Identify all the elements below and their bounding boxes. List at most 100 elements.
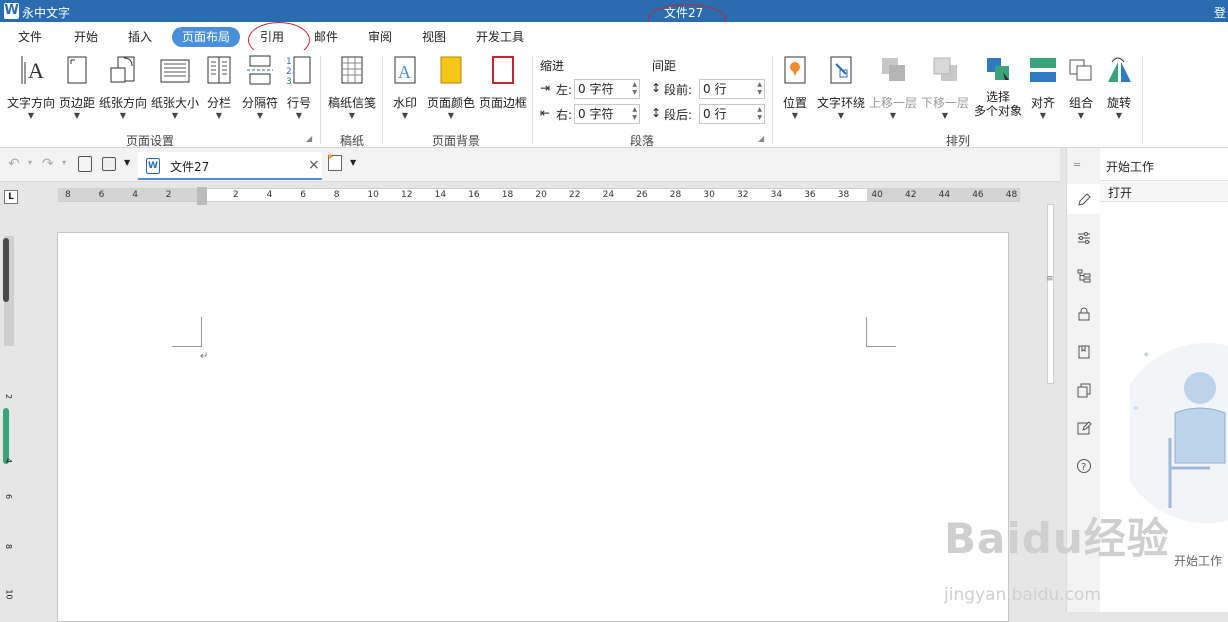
vertical-ruler[interactable]: 2 4 6 8 10 <box>0 236 18 612</box>
lock-icon[interactable] <box>1076 306 1092 322</box>
bring-forward-button[interactable]: 上移一层 ▼ <box>868 54 918 121</box>
orientation-button[interactable]: 纸张方向 ▼ <box>98 54 148 121</box>
group-separator <box>532 56 533 144</box>
line-numbers-button[interactable]: 123 行号 ▼ <box>284 54 314 121</box>
select-objects-button[interactable]: 选择 多个对象 <box>972 54 1024 118</box>
print-preview-icon[interactable] <box>78 156 92 172</box>
indent-left-input[interactable]: 0 字符 ▲ ▼ <box>574 79 640 99</box>
close-tab-icon[interactable]: × <box>308 157 320 173</box>
group-button[interactable]: 组合 ▼ <box>1066 54 1096 121</box>
group-separator <box>320 56 321 144</box>
tab-developer[interactable]: 开发工具 <box>466 27 534 47</box>
align-button[interactable]: 对齐 ▼ <box>1028 54 1058 121</box>
ruler-number: 32 <box>737 190 749 200</box>
spinner-arrows-icon[interactable]: ▲ ▼ <box>632 106 637 122</box>
svg-text:3: 3 <box>286 77 292 86</box>
manuscript-grid-icon <box>341 56 363 84</box>
vertical-ruler-handle[interactable] <box>3 408 9 464</box>
undo-icon[interactable]: ↶ <box>8 156 20 172</box>
ruler-number: 36 <box>804 190 816 200</box>
group-label-page-background: 页面背景 <box>432 134 481 148</box>
vertical-ruler-handle[interactable] <box>3 238 9 302</box>
margin-mark-top-left <box>172 317 202 347</box>
copy-icon[interactable] <box>1076 382 1092 398</box>
login-button[interactable]: 登 <box>1214 4 1226 21</box>
margins-button[interactable]: 页边距 ▼ <box>58 54 96 121</box>
text-wrap-button[interactable]: 文字环绕 ▼ <box>816 54 866 121</box>
text-direction-icon: A <box>21 56 44 84</box>
chevron-down-icon: ▼ <box>1039 111 1047 120</box>
tab-page-layout[interactable]: 页面布局 <box>172 27 241 47</box>
group-separator <box>1142 56 1143 144</box>
pencil-icon[interactable] <box>1076 192 1092 208</box>
manuscript-button[interactable]: 稿纸信笺 ▼ <box>326 54 378 121</box>
scrollbar-thumb[interactable] <box>1047 204 1054 384</box>
chevron-down-icon: ▼ <box>1077 111 1085 120</box>
spacing-before-input[interactable]: 0 行 ▲ ▼ <box>699 79 765 99</box>
breaks-button[interactable]: 分隔符 ▼ <box>240 54 280 121</box>
chevron-down-icon: ▼ <box>791 111 799 120</box>
document-file-icon: W <box>146 158 160 174</box>
tab-mailings[interactable]: 邮件 <box>304 27 348 47</box>
columns-button[interactable]: 分栏 ▼ <box>204 54 234 121</box>
redo-icon[interactable]: ↷ <box>42 156 54 172</box>
tab-file[interactable]: 文件 <box>8 27 52 47</box>
ruler-number: 46 <box>972 190 984 200</box>
ruler-number: 48 <box>1005 190 1018 200</box>
indent-right-input[interactable]: 0 字符 ▲ ▼ <box>574 104 640 124</box>
send-backward-button[interactable]: 下移一层 ▼ <box>920 54 970 121</box>
indent-marker-icon[interactable] <box>197 187 207 205</box>
chevron-down-icon[interactable]: ▼ <box>350 158 356 167</box>
spacing-before-label: 段前: <box>664 83 693 97</box>
svg-text:?: ? <box>1081 462 1086 473</box>
chevron-down-icon[interactable]: ▾ <box>28 158 32 167</box>
edit-note-icon[interactable] <box>1076 420 1092 436</box>
watermark-button[interactable]: A 水印 ▼ <box>388 54 422 121</box>
chevron-down-icon[interactable]: ▾ <box>62 158 66 167</box>
chevron-down-icon: ▼ <box>256 111 264 120</box>
sliders-icon[interactable] <box>1076 230 1092 246</box>
open-item[interactable]: 打开 <box>1100 180 1228 202</box>
chevron-down-icon: ▼ <box>27 111 35 120</box>
outline-icon[interactable] <box>1076 268 1092 284</box>
spinner-arrows-icon[interactable]: ▲ ▼ <box>632 81 637 97</box>
page-color-button[interactable]: 页面颜色 ▼ <box>426 54 476 121</box>
paper-size-button[interactable]: 纸张大小 ▼ <box>150 54 200 121</box>
app-logo-icon: W <box>4 3 19 19</box>
svg-text:1: 1 <box>286 57 292 67</box>
ruler-number: 8 <box>333 190 340 200</box>
chevron-down-icon[interactable]: ▼ <box>124 158 130 167</box>
tab-review[interactable]: 审阅 <box>358 27 402 47</box>
pane-drag-handle-icon[interactable]: ═ <box>1074 160 1080 171</box>
columns-icon <box>207 56 231 84</box>
position-button[interactable]: 位置 ▼ <box>778 54 812 121</box>
tab-view[interactable]: 视图 <box>412 27 456 47</box>
help-icon[interactable]: ? <box>1076 458 1092 474</box>
rotate-button[interactable]: 旋转 ▼ <box>1104 54 1134 121</box>
spinner-arrows-icon[interactable]: ▲ ▼ <box>757 81 762 97</box>
page-border-button[interactable]: 页面边框 <box>478 54 528 111</box>
document-tab[interactable]: W 文件27 × <box>138 152 322 180</box>
tab-stop-selector[interactable]: L <box>4 190 18 204</box>
group-label-paragraph: 段落 <box>630 134 655 148</box>
tab-insert[interactable]: 插入 <box>118 27 162 47</box>
tab-home[interactable]: 开始 <box>64 27 108 47</box>
bookmark-icon[interactable] <box>1076 344 1092 360</box>
text-direction-button[interactable]: A 文字方向 ▼ <box>6 54 56 121</box>
horizontal-ruler[interactable]: 8 6 4 2 2 4 6 8 10 12 14 16 18 20 22 24 26 28 30 32 34 36 38 40… <box>58 187 1020 205</box>
dialog-launcher-icon[interactable]: ◢ <box>758 134 764 143</box>
document-page[interactable]: ↵ <box>57 232 1009 622</box>
watermark-icon: A <box>394 56 416 84</box>
spinner-arrows-icon[interactable]: ▲ ▼ <box>757 106 762 122</box>
text-wrap-icon <box>830 56 852 84</box>
spacing-after-icon: ↕ <box>651 106 662 120</box>
menu-bar: 文件 开始 插入 页面布局 引用 邮件 审阅 视图 开发工具 <box>0 22 1228 50</box>
save-icon[interactable] <box>102 157 116 171</box>
group-separator <box>382 56 383 144</box>
spacing-after-input[interactable]: 0 行 ▲ ▼ <box>699 104 765 124</box>
chevron-down-icon: ▼ <box>119 111 127 120</box>
ruler-number: 44 <box>938 190 951 200</box>
bring-forward-icon <box>882 58 905 81</box>
dialog-launcher-icon[interactable]: ◢ <box>306 134 312 143</box>
ribbon: A 文字方向 ▼ 页边距 ▼ 纸张方向 ▼ 纸张大小 ▼ 分栏 ▼ 分隔符 ▼ 123 行号… <box>0 50 1228 148</box>
